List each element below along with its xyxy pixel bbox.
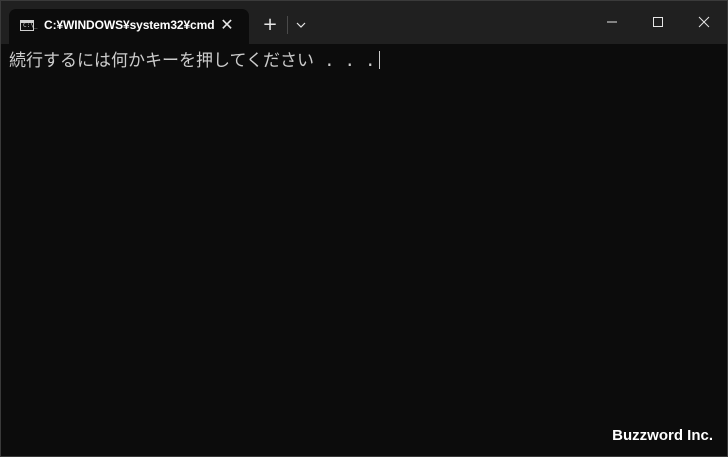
chevron-down-icon — [296, 22, 306, 28]
close-window-button[interactable] — [681, 1, 727, 41]
console-line: 続行するには何かキーを押してください . . . — [9, 50, 381, 72]
terminal-window: C:\_ C:¥WINDOWS¥system32¥cmd ✕ + 続行するには何… — [0, 0, 728, 457]
minimize-icon — [607, 21, 617, 23]
watermark: Buzzword Inc. — [612, 427, 713, 444]
minimize-button[interactable] — [589, 1, 635, 41]
tab-cmd[interactable]: C:\_ C:¥WINDOWS¥system32¥cmd ✕ — [9, 9, 249, 44]
console-area[interactable]: 続行するには何かキーを押してください . . . Buzzword Inc. — [1, 44, 727, 456]
title-bar[interactable]: C:\_ C:¥WINDOWS¥system32¥cmd ✕ + — [1, 1, 727, 44]
text-cursor — [379, 51, 381, 69]
tab-separator — [287, 16, 288, 34]
tab-title: C:¥WINDOWS¥system32¥cmd — [44, 18, 215, 32]
maximize-button[interactable] — [635, 1, 681, 41]
console-text: 続行するには何かキーを押してください . . . — [9, 51, 376, 71]
tab-dropdown-button[interactable] — [292, 15, 310, 35]
close-icon — [698, 16, 710, 28]
maximize-icon — [653, 17, 663, 27]
cmd-icon: C:\_ — [20, 20, 38, 31]
new-tab-button[interactable]: + — [260, 15, 280, 35]
tab-close-button[interactable]: ✕ — [219, 17, 235, 33]
cmd-icon-prompt: C:\_ — [23, 22, 38, 29]
